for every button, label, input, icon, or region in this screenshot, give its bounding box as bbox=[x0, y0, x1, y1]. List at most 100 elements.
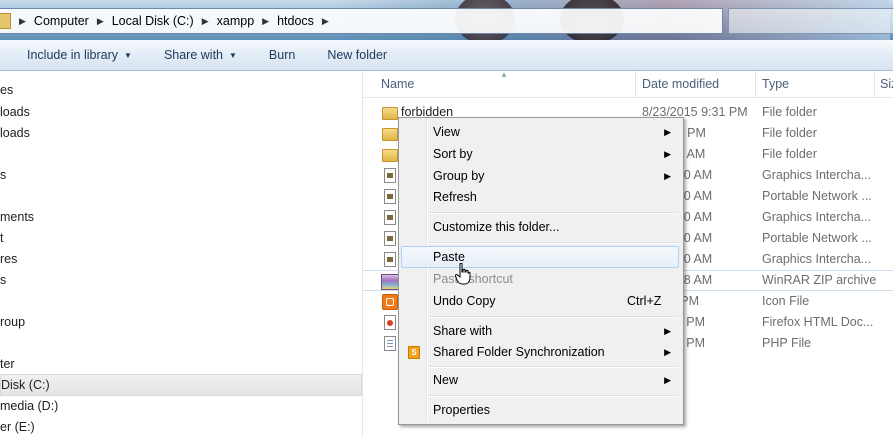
include-in-library-label: Include in library bbox=[27, 48, 119, 62]
address-bar-area: ▶ Computer ▶ Local Disk (C:) ▶ xampp ▶ h… bbox=[0, 0, 893, 40]
command-bar: Include in library ▼ Share with ▼ Burn N… bbox=[0, 40, 893, 71]
mouse-cursor-hand-icon bbox=[455, 263, 471, 285]
column-divider[interactable] bbox=[635, 71, 636, 97]
nav-item[interactable]: loads bbox=[0, 102, 30, 122]
chevron-right-icon[interactable]: ▶ bbox=[322, 16, 329, 27]
nav-item[interactable]: es bbox=[0, 80, 13, 100]
image-file-icon bbox=[384, 231, 396, 246]
breadcrumb-computer[interactable]: Computer bbox=[34, 14, 89, 28]
share-with-button[interactable]: Share with ▼ bbox=[164, 48, 237, 62]
nav-item[interactable]: res bbox=[0, 249, 17, 269]
menu-item-refresh[interactable]: Refresh bbox=[401, 186, 679, 208]
folder-icon bbox=[382, 128, 398, 141]
submenu-arrow-icon: ▶ bbox=[664, 375, 671, 385]
menu-item-shared-folder-sync[interactable]: S Shared Folder Synchronization ▶ bbox=[401, 341, 679, 363]
menu-item-label: Group by bbox=[433, 169, 485, 183]
image-file-icon bbox=[384, 168, 396, 183]
submenu-arrow-icon: ▶ bbox=[664, 127, 671, 137]
include-in-library-button[interactable]: Include in library ▼ bbox=[27, 48, 132, 62]
menu-item-label: Shared Folder Synchronization bbox=[433, 345, 605, 359]
menu-item-share-with[interactable]: Share with ▶ bbox=[401, 320, 679, 342]
burn-button[interactable]: Burn bbox=[269, 48, 295, 62]
sort-ascending-icon: ▲ bbox=[500, 71, 508, 79]
column-divider[interactable] bbox=[755, 71, 756, 97]
file-type: Graphics Intercha... bbox=[762, 168, 872, 182]
menu-item-label: View bbox=[433, 125, 460, 139]
firefox-html-icon bbox=[384, 315, 396, 330]
menu-item-label: Customize this folder... bbox=[433, 220, 560, 234]
column-header-date-modified[interactable]: Date modified bbox=[642, 77, 719, 91]
submenu-arrow-icon: ▶ bbox=[664, 347, 671, 357]
file-type: Portable Network ... bbox=[762, 189, 872, 203]
column-header-name[interactable]: Name bbox=[381, 77, 414, 91]
context-menu: View ▶ Sort by ▶ Group by ▶ Refresh Cust… bbox=[398, 117, 684, 425]
file-type: File folder bbox=[762, 147, 817, 161]
breadcrumb[interactable]: ▶ Computer ▶ Local Disk (C:) ▶ xampp ▶ h… bbox=[0, 8, 723, 34]
chevron-right-icon[interactable]: ▶ bbox=[262, 16, 269, 27]
sync-folder-icon: S bbox=[408, 346, 420, 359]
menu-separator bbox=[429, 316, 679, 318]
new-folder-label: New folder bbox=[327, 48, 388, 62]
file-type: Portable Network ... bbox=[762, 231, 872, 245]
menu-item-label: Sort by bbox=[433, 147, 473, 161]
nav-item-selected[interactable]: Disk (C:) bbox=[0, 374, 362, 396]
nav-item[interactable]: ments bbox=[0, 207, 34, 227]
chevron-down-icon: ▼ bbox=[229, 50, 237, 60]
menu-separator bbox=[429, 242, 679, 244]
column-divider[interactable] bbox=[874, 71, 875, 97]
winrar-archive-icon bbox=[381, 274, 399, 290]
image-file-icon bbox=[384, 210, 396, 225]
nav-item[interactable]: loads bbox=[0, 123, 30, 143]
menu-item-undo-copy[interactable]: Undo Copy Ctrl+Z bbox=[401, 290, 679, 312]
breadcrumb-local-disk[interactable]: Local Disk (C:) bbox=[112, 14, 194, 28]
xampp-icon-file-icon bbox=[382, 294, 398, 310]
chevron-down-icon: ▼ bbox=[124, 50, 132, 60]
column-header-row: ▲ Name Date modified Type Siz bbox=[363, 71, 893, 98]
menu-item-paste-shortcut[interactable]: Paste shortcut bbox=[401, 268, 679, 290]
nav-item[interactable]: s bbox=[0, 165, 6, 185]
menu-item-properties[interactable]: Properties bbox=[401, 399, 679, 421]
column-header-type[interactable]: Type bbox=[762, 77, 789, 91]
menu-item-sort-by[interactable]: Sort by ▶ bbox=[401, 143, 679, 165]
chevron-right-icon[interactable]: ▶ bbox=[97, 16, 104, 27]
file-type: File folder bbox=[762, 105, 817, 119]
chevron-right-icon[interactable]: ▶ bbox=[19, 16, 26, 27]
menu-item-label: Undo Copy bbox=[433, 294, 496, 308]
nav-item[interactable]: media (D:) bbox=[0, 396, 58, 416]
file-type: File folder bbox=[762, 126, 817, 140]
menu-separator bbox=[429, 395, 679, 397]
nav-item[interactable]: s bbox=[0, 270, 6, 290]
new-folder-button[interactable]: New folder bbox=[327, 48, 387, 62]
folder-icon bbox=[382, 107, 398, 120]
menu-item-label: Properties bbox=[433, 403, 490, 417]
file-type: Graphics Intercha... bbox=[762, 252, 872, 266]
php-file-icon bbox=[384, 336, 396, 351]
search-input[interactable] bbox=[728, 8, 893, 34]
menu-item-customize-folder[interactable]: Customize this folder... bbox=[401, 216, 679, 238]
file-type: PHP File bbox=[762, 336, 812, 350]
file-type: Graphics Intercha... bbox=[762, 210, 872, 224]
chevron-right-icon[interactable]: ▶ bbox=[202, 16, 209, 27]
menu-item-label: Share with bbox=[433, 324, 493, 338]
menu-item-view[interactable]: View ▶ bbox=[401, 121, 679, 143]
menu-item-paste[interactable]: Paste bbox=[401, 246, 679, 268]
column-header-size[interactable]: Siz bbox=[880, 77, 893, 91]
menu-item-group-by[interactable]: Group by ▶ bbox=[401, 165, 679, 187]
breadcrumb-xampp[interactable]: xampp bbox=[217, 14, 255, 28]
nav-item[interactable]: er (E:) bbox=[0, 417, 35, 437]
share-with-label: Share with bbox=[163, 48, 223, 62]
submenu-arrow-icon: ▶ bbox=[664, 326, 671, 336]
folder-icon bbox=[0, 13, 11, 29]
image-file-icon bbox=[384, 252, 396, 267]
navigation-pane[interactable]: es loads loads s ments t res s roup ter … bbox=[0, 71, 363, 438]
file-type: WinRAR ZIP archive bbox=[762, 273, 877, 287]
nav-item[interactable]: roup bbox=[0, 312, 25, 332]
menu-item-new[interactable]: New ▶ bbox=[401, 369, 679, 391]
nav-item[interactable]: ter bbox=[0, 354, 15, 374]
breadcrumb-htdocs[interactable]: htdocs bbox=[277, 14, 314, 28]
nav-item[interactable]: t bbox=[0, 228, 3, 248]
menu-separator bbox=[429, 366, 679, 368]
folder-icon bbox=[382, 149, 398, 162]
submenu-arrow-icon: ▶ bbox=[664, 149, 671, 159]
file-type: Firefox HTML Doc... bbox=[762, 315, 874, 329]
